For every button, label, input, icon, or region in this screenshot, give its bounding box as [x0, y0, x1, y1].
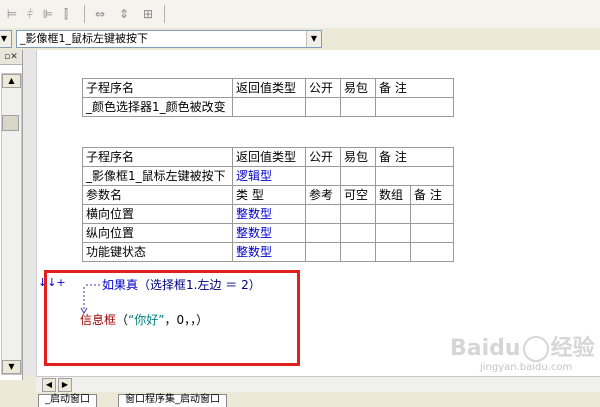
param-nullable-cell[interactable] — [340, 204, 376, 224]
watermark-cn: 经验 — [550, 336, 595, 361]
header-cell: 备 注 — [375, 147, 454, 167]
toolbar-separator — [84, 5, 85, 23]
param-name-cell[interactable]: 功能键状态 — [82, 242, 233, 262]
param-name-cell[interactable]: 纵向位置 — [82, 223, 233, 243]
param-header-row: 参数名 类 型 参考 可空 数组 备 注 — [82, 185, 454, 205]
header-cell: 参考 — [305, 185, 341, 205]
return-type-cell[interactable] — [232, 97, 306, 117]
distribute-h-icon[interactable]: ⫿ — [56, 6, 76, 22]
return-type-cell[interactable]: 逻辑型 — [232, 166, 306, 186]
combo-row: ▼ _影像框1_鼠标左键被按下 ▼ — [0, 28, 600, 50]
table-header-row: 子程序名 返回值类型 公开 易包 备 注 — [82, 78, 454, 98]
param-ref-cell[interactable] — [305, 204, 341, 224]
easy-pkg-cell[interactable] — [340, 97, 376, 117]
align-center-icon[interactable]: ⫩ — [20, 6, 40, 22]
public-cell[interactable] — [305, 166, 341, 186]
param-remark-cell[interactable] — [410, 204, 454, 224]
param-nullable-cell[interactable] — [340, 223, 376, 243]
header-cell: 参数名 — [82, 185, 233, 205]
param-array-cell[interactable] — [375, 223, 411, 243]
param-remark-cell[interactable] — [410, 223, 454, 243]
param-name-cell[interactable]: 横向位置 — [82, 204, 233, 224]
object-combo[interactable]: ▼ — [0, 30, 12, 48]
subroutine-table-2: 子程序名 返回值类型 公开 易包 备 注 _影像框1_鼠标左键被按下 逻辑型 参… — [82, 147, 454, 262]
param-row[interactable]: 纵向位置 整数型 — [82, 223, 454, 243]
header-cell: 子程序名 — [82, 147, 233, 167]
alignment-toolbar: ⊨ ⫩ ⊫ ⫿ ⇔ ⇕ ⊞ — [0, 0, 600, 29]
param-type-cell[interactable]: 整数型 — [232, 223, 306, 243]
param-nullable-cell[interactable] — [340, 242, 376, 262]
header-cell: 子程序名 — [82, 78, 233, 98]
align-left-icon[interactable]: ⊨ — [2, 6, 22, 22]
same-height-icon[interactable]: ⇕ — [114, 6, 134, 22]
param-row[interactable]: 功能键状态 整数型 — [82, 242, 454, 262]
table-row[interactable]: _影像框1_鼠标左键被按下 逻辑型 — [82, 166, 454, 186]
editor-gutter — [24, 50, 37, 376]
scroll-right-icon[interactable]: ▶ — [58, 378, 72, 392]
header-cell: 公开 — [305, 147, 341, 167]
watermark-brand: Baidu — [450, 336, 521, 361]
scroll-thumb[interactable] — [2, 115, 19, 131]
same-size-icon[interactable]: ⊞ — [138, 6, 158, 22]
subroutine-name-cell[interactable]: _影像框1_鼠标左键被按下 — [82, 166, 233, 186]
remark-cell[interactable] — [375, 97, 454, 117]
paw-icon — [522, 336, 549, 362]
align-right-icon[interactable]: ⊫ — [38, 6, 58, 22]
param-ref-cell[interactable] — [305, 242, 341, 262]
easy-pkg-cell[interactable] — [340, 166, 376, 186]
header-cell: 数组 — [375, 185, 411, 205]
param-type-cell[interactable]: 整数型 — [232, 204, 306, 224]
param-row[interactable]: 横向位置 整数型 — [82, 204, 454, 224]
watermark-url: jingyan.baidu.com — [480, 362, 573, 373]
header-cell: 可空 — [340, 185, 376, 205]
public-cell[interactable] — [305, 97, 341, 117]
subroutine-name-cell[interactable]: _颜色选择器1_颜色被改变 — [82, 97, 233, 117]
header-cell: 备 注 — [410, 185, 454, 205]
remark-cell[interactable] — [375, 166, 454, 186]
param-ref-cell[interactable] — [305, 223, 341, 243]
tab-window-assembly[interactable]: 窗口程序集_启动窗口 — [118, 394, 227, 407]
subroutine-table-1: 子程序名 返回值类型 公开 易包 备 注 _颜色选择器1_颜色被改变 — [82, 78, 454, 117]
scroll-up-icon[interactable]: ▲ — [2, 74, 21, 88]
baidu-jingyan-watermark: Baidu 经验 jingyan.baidu.com — [440, 330, 595, 380]
chevron-down-icon[interactable]: ▼ — [306, 31, 321, 47]
param-type-cell[interactable]: 整数型 — [232, 242, 306, 262]
header-cell: 备 注 — [375, 78, 454, 98]
param-remark-cell[interactable] — [410, 242, 454, 262]
panel-header-buttons[interactable]: ▫✕ — [0, 50, 22, 65]
param-array-cell[interactable] — [375, 204, 411, 224]
event-combo-value: _影像框1_鼠标左键被按下 — [20, 32, 148, 45]
event-combo[interactable]: _影像框1_鼠标左键被按下 ▼ — [16, 30, 322, 48]
param-array-cell[interactable] — [375, 242, 411, 262]
tab-startup-window[interactable]: _启动窗口 — [38, 394, 97, 407]
header-cell: 易包 — [340, 147, 376, 167]
highlight-box — [44, 270, 300, 366]
table-header-row: 子程序名 返回值类型 公开 易包 备 注 — [82, 147, 454, 167]
toolbar-separator — [164, 5, 165, 23]
table-row[interactable]: _颜色选择器1_颜色被改变 — [82, 97, 454, 117]
header-cell: 返回值类型 — [232, 147, 306, 167]
chevron-down-icon[interactable]: ▼ — [0, 31, 11, 47]
header-cell: 返回值类型 — [232, 78, 306, 98]
same-width-icon[interactable]: ⇔ — [90, 6, 110, 22]
header-cell: 公开 — [305, 78, 341, 98]
header-cell: 易包 — [340, 78, 376, 98]
scroll-down-icon[interactable]: ▼ — [2, 360, 21, 374]
scroll-left-icon[interactable]: ◀ — [42, 378, 56, 392]
header-cell: 类 型 — [232, 185, 306, 205]
